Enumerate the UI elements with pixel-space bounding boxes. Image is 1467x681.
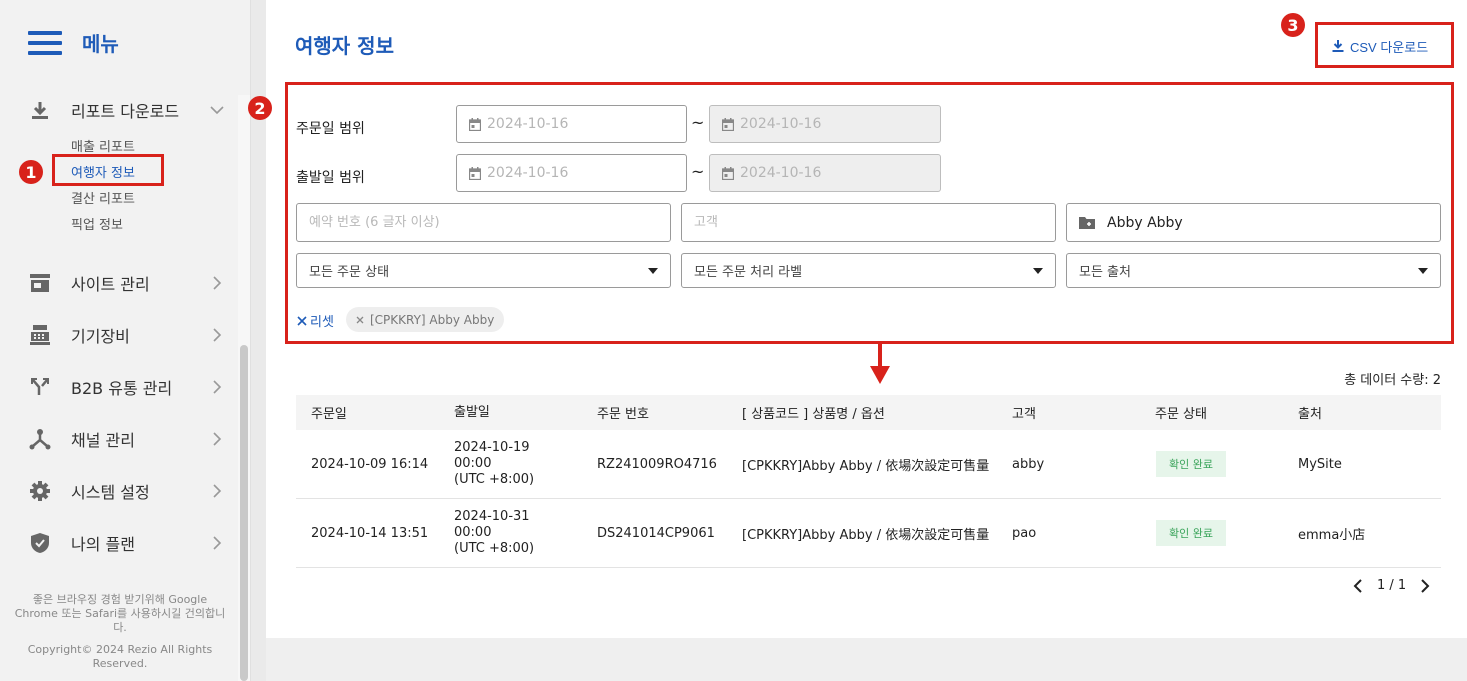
annotation-box-3 <box>1315 22 1454 68</box>
sidebar-item-b2b[interactable]: B2B 유통 관리 <box>28 372 224 402</box>
gear-icon <box>28 479 52 503</box>
annotation-box-2 <box>285 82 1454 344</box>
annotation-box-1 <box>52 154 164 186</box>
page-indicator: 1 / 1 <box>1377 578 1407 593</box>
departure-cell: 2024-10-31 00:00 (UTC +8:00) <box>439 509 582 557</box>
table-row[interactable]: 2024-10-14 13:51 2024-10-31 00:00 (UTC +… <box>296 499 1441 568</box>
chevron-right-icon <box>210 328 224 342</box>
sidebar-scrollbar-thumb[interactable] <box>240 345 248 681</box>
cash-register-icon <box>28 323 52 347</box>
table-header: 주문일 출발일 주문 번호 [ 상품코드 ] 상품명 / 옵션 고객 주문 상태… <box>296 395 1441 430</box>
sidebar-item-equipment[interactable]: 기기장비 <box>28 320 224 350</box>
sidebar-item-site-manage[interactable]: 사이트 관리 <box>28 268 224 298</box>
download-icon <box>28 98 52 122</box>
annotation-badge-1: 1 <box>19 160 43 184</box>
order-number-cell[interactable]: RZ241009RO4716 <box>582 457 727 472</box>
departure-tz: (UTC +8:00) <box>454 541 535 556</box>
sidebar-subitem-settlement-report[interactable]: 결산 리포트 <box>71 188 135 207</box>
sidebar-item-label: B2B 유통 관리 <box>71 379 173 398</box>
sidebar-item-label: 나의 플랜 <box>71 535 135 554</box>
hamburger-icon[interactable] <box>28 30 62 55</box>
departure-cell: 2024-10-19 00:00 (UTC +8:00) <box>439 440 582 488</box>
order-number-cell[interactable]: DS241014CP9061 <box>582 526 727 541</box>
departure-date: 2024-10-31 <box>454 509 530 524</box>
menu-title: 메뉴 <box>82 32 119 56</box>
customer-cell: pao <box>1012 525 1037 541</box>
departure-time: 00:00 <box>454 456 492 471</box>
sidebar-item-label: 채널 관리 <box>71 431 135 450</box>
sidebar-item-label: 시스템 설정 <box>71 483 150 502</box>
copyright: Copyright© 2024 Rezio All Rights Reserve… <box>27 643 213 670</box>
product-cell: [CPKKRY]Abby Abby / 依場次設定可售量 <box>742 458 990 474</box>
chevron-right-icon <box>210 484 224 498</box>
column-header[interactable]: 주문 번호 <box>582 403 727 422</box>
network-icon <box>28 427 52 451</box>
orders-table: 주문일 출발일 주문 번호 [ 상품코드 ] 상품명 / 옵션 고객 주문 상태… <box>296 395 1441 568</box>
sidebar-item-label: 사이트 관리 <box>71 275 150 294</box>
table-row[interactable]: 2024-10-09 16:14 2024-10-19 00:00 (UTC +… <box>296 430 1441 499</box>
chevron-down-icon <box>210 103 224 117</box>
sidebar-item-channel[interactable]: 채널 관리 <box>28 424 224 454</box>
status-cell: 확인 완료 <box>1140 451 1283 477</box>
annotation-badge-2: 2 <box>248 96 272 120</box>
pagination: 1 / 1 <box>1353 578 1430 593</box>
sidebar-item-report-download[interactable]: 리포트 다운로드 <box>28 95 224 125</box>
chevron-left-icon[interactable] <box>1353 578 1363 593</box>
chevron-right-icon <box>210 276 224 290</box>
sidebar-item-plan[interactable]: 나의 플랜 <box>28 528 224 558</box>
product-cell: [CPKKRY]Abby Abby / 依場次設定可售量 <box>742 527 990 543</box>
sidebar-item-label: 기기장비 <box>71 327 130 346</box>
column-header[interactable]: 출발일 <box>439 405 582 421</box>
source-cell: emma小店 <box>1298 527 1366 543</box>
column-header[interactable]: 주문일 <box>296 403 439 422</box>
merge-icon <box>28 375 52 399</box>
departure-date: 2024-10-19 <box>454 440 530 455</box>
store-icon <box>28 271 52 295</box>
shield-check-icon <box>28 531 52 555</box>
annotation-badge-3: 3 <box>1281 13 1305 37</box>
sidebar: 메뉴 리포트 다운로드 매출 리포트 여행자 정보 결산 리포트 픽업 정보 사… <box>0 0 250 681</box>
chevron-right-icon <box>210 536 224 550</box>
menu-header[interactable]: 메뉴 <box>28 28 119 57</box>
status-cell: 확인 완료 <box>1140 520 1283 546</box>
sidebar-subitem-sales-report[interactable]: 매출 리포트 <box>71 136 135 155</box>
customer-cell: abby <box>1012 456 1045 472</box>
column-header[interactable]: 출처 <box>1283 403 1441 422</box>
annotation-arrow-head <box>870 366 890 384</box>
browser-note: 좋은 브라우징 경험 받기위해 Google Chrome 또는 Safari를… <box>14 593 226 634</box>
column-header[interactable]: 고객 <box>997 403 1140 422</box>
order-date-cell: 2024-10-14 13:51 <box>311 525 429 541</box>
page-title: 여행자 정보 <box>295 34 394 58</box>
sidebar-subitem-pickup-info[interactable]: 픽업 정보 <box>71 214 123 233</box>
chevron-right-icon <box>210 432 224 446</box>
status-badge: 확인 완료 <box>1156 520 1226 546</box>
chevron-right-icon <box>210 380 224 394</box>
sidebar-item-system[interactable]: 시스템 설정 <box>28 476 224 506</box>
chevron-right-icon[interactable] <box>1420 578 1430 593</box>
column-header[interactable]: 주문 상태 <box>1140 403 1283 422</box>
departure-tz: (UTC +8:00) <box>454 472 535 487</box>
total-count: 총 데이터 수량: 2 <box>1344 373 1441 388</box>
source-cell: MySite <box>1298 456 1342 472</box>
order-date-cell: 2024-10-09 16:14 <box>311 456 429 472</box>
status-badge: 확인 완료 <box>1156 451 1226 477</box>
annotation-arrow-line <box>878 344 882 368</box>
column-header[interactable]: [ 상품코드 ] 상품명 / 옵션 <box>727 403 997 422</box>
sidebar-item-label: 리포트 다운로드 <box>71 102 180 121</box>
departure-time: 00:00 <box>454 525 492 540</box>
